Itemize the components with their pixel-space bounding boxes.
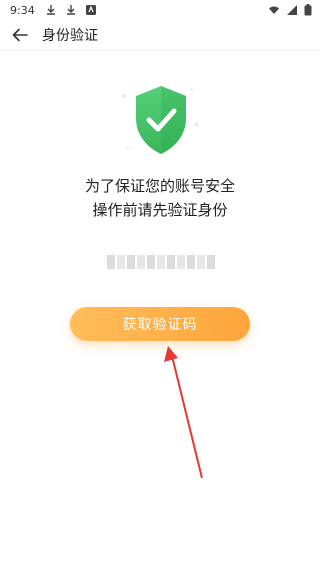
status-time: 9:34 bbox=[10, 3, 35, 17]
shield-check-icon bbox=[136, 86, 186, 154]
wifi-icon bbox=[268, 4, 280, 16]
notification-icon bbox=[85, 4, 97, 16]
signal-icon bbox=[286, 4, 298, 16]
header-bar: 身份验证 bbox=[0, 20, 320, 50]
annotation-arrow bbox=[164, 346, 203, 479]
security-message: 为了保证您的账号安全 操作前请先验证身份 bbox=[0, 174, 320, 222]
battery-icon bbox=[304, 4, 312, 16]
decor-dot bbox=[126, 146, 129, 149]
security-illustration bbox=[120, 84, 200, 164]
message-line-2: 操作前请先验证身份 bbox=[92, 201, 228, 219]
decor-dot bbox=[122, 94, 126, 98]
get-verification-code-button[interactable]: 获取验证码 bbox=[70, 307, 250, 341]
download-icon bbox=[45, 4, 57, 16]
decor-dot bbox=[190, 88, 193, 91]
header-divider bbox=[0, 50, 320, 51]
back-arrow-icon[interactable] bbox=[10, 25, 30, 45]
message-line-1: 为了保证您的账号安全 bbox=[84, 177, 235, 195]
blurred-value bbox=[107, 255, 215, 269]
download-icon bbox=[65, 4, 77, 16]
page-title: 身份验证 bbox=[42, 28, 98, 44]
masked-account-number bbox=[106, 253, 216, 271]
decor-dot bbox=[194, 122, 199, 127]
status-bar: 9:34 bbox=[0, 0, 320, 20]
